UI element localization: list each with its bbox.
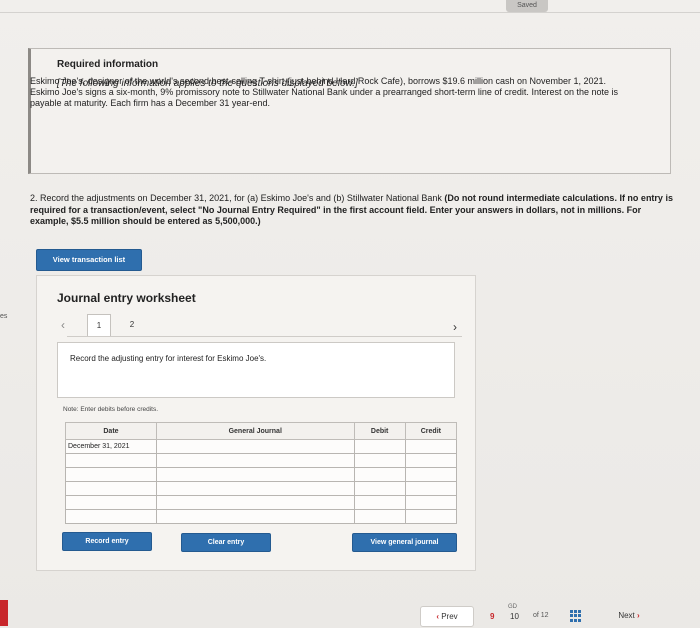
view-transaction-list-button[interactable]: View transaction list — [36, 249, 142, 271]
table-row: December 31, 2021 — [65, 439, 458, 454]
journal-entry-worksheet: Journal entry worksheet ‹ 1 2 › Record t… — [36, 275, 476, 571]
saved-status-badge: Saved — [506, 0, 548, 12]
grid-icon[interactable] — [570, 610, 582, 622]
column-header-credit: Credit — [404, 422, 458, 440]
date-cell[interactable] — [65, 467, 157, 482]
debit-cell[interactable] — [353, 509, 406, 524]
next-label: Next — [618, 611, 635, 620]
credit-cell[interactable] — [404, 439, 458, 454]
chevron-left-icon[interactable]: ‹ — [61, 318, 65, 332]
prev-label: Prev — [441, 612, 458, 621]
debit-cell[interactable] — [353, 495, 406, 510]
next-button[interactable]: Next › — [600, 606, 658, 625]
sidebar-cut-label: es — [0, 313, 8, 320]
account-cell[interactable] — [155, 467, 355, 482]
account-cell[interactable] — [155, 481, 355, 496]
worksheet-tab-2[interactable]: 2 — [121, 314, 143, 336]
chevron-left-icon: ‹ — [436, 612, 439, 621]
account-cell[interactable] — [155, 495, 355, 510]
tab-divider — [67, 336, 462, 337]
credit-cell[interactable] — [404, 467, 458, 482]
credit-cell[interactable] — [404, 453, 458, 468]
question-text: 2. Record the adjustments on December 31… — [30, 193, 675, 228]
account-cell[interactable] — [155, 453, 355, 468]
page: Saved es Required information [The follo… — [0, 0, 700, 628]
question-lead: 2. Record the adjustments on December 31… — [30, 193, 445, 203]
clear-entry-button[interactable]: Clear entry — [181, 533, 271, 552]
chevron-right-icon[interactable]: › — [453, 320, 457, 334]
record-entry-button[interactable]: Record entry — [62, 532, 152, 551]
journal-entry-table: Date General Journal Debit Credit Decemb… — [65, 422, 458, 524]
date-cell[interactable] — [65, 495, 157, 510]
date-cell[interactable] — [65, 453, 157, 468]
worksheet-title: Journal entry worksheet — [57, 291, 196, 305]
pager-current-page[interactable]: 10 — [510, 612, 519, 621]
credit-cell[interactable] — [404, 481, 458, 496]
debit-cell[interactable] — [353, 439, 406, 454]
debit-cell[interactable] — [353, 467, 406, 482]
instruction-text: Record the adjusting entry for interest … — [70, 354, 267, 363]
info-title: Required information — [57, 59, 159, 70]
table-row — [65, 509, 458, 524]
debits-note: Note: Enter debits before credits. — [63, 406, 159, 413]
table-row — [65, 467, 458, 482]
required-information-box: Required information [The following info… — [28, 48, 671, 174]
date-cell[interactable]: December 31, 2021 — [65, 439, 157, 454]
instruction-box: Record the adjusting entry for interest … — [57, 342, 455, 398]
debit-cell[interactable] — [353, 453, 406, 468]
view-general-journal-button[interactable]: View general journal — [352, 533, 457, 552]
brand-red-bar — [0, 600, 8, 626]
top-divider — [0, 12, 700, 13]
credit-cell[interactable] — [404, 509, 458, 524]
debit-cell[interactable] — [353, 481, 406, 496]
table-row — [65, 481, 458, 496]
column-header-debit: Debit — [353, 422, 406, 440]
table-row — [65, 453, 458, 468]
question-pager: 9 GD 10 of 12 — [484, 604, 589, 626]
pager-of-label: of 12 — [533, 612, 549, 619]
date-cell[interactable] — [65, 509, 157, 524]
column-header-date: Date — [65, 422, 157, 440]
column-header-general-journal: General Journal — [155, 422, 355, 440]
date-cell[interactable] — [65, 481, 157, 496]
info-body: Eskimo Joe's, designer of the world's se… — [30, 76, 618, 108]
account-cell[interactable] — [155, 439, 355, 454]
table-row — [65, 495, 458, 510]
pager-current-mark: GD — [508, 604, 517, 610]
account-cell[interactable] — [155, 509, 355, 524]
pager-prev-page[interactable]: 9 — [490, 612, 494, 621]
worksheet-tab-1[interactable]: 1 — [87, 314, 111, 337]
chevron-right-icon: › — [637, 611, 640, 620]
credit-cell[interactable] — [404, 495, 458, 510]
prev-button[interactable]: ‹ Prev — [420, 606, 474, 627]
